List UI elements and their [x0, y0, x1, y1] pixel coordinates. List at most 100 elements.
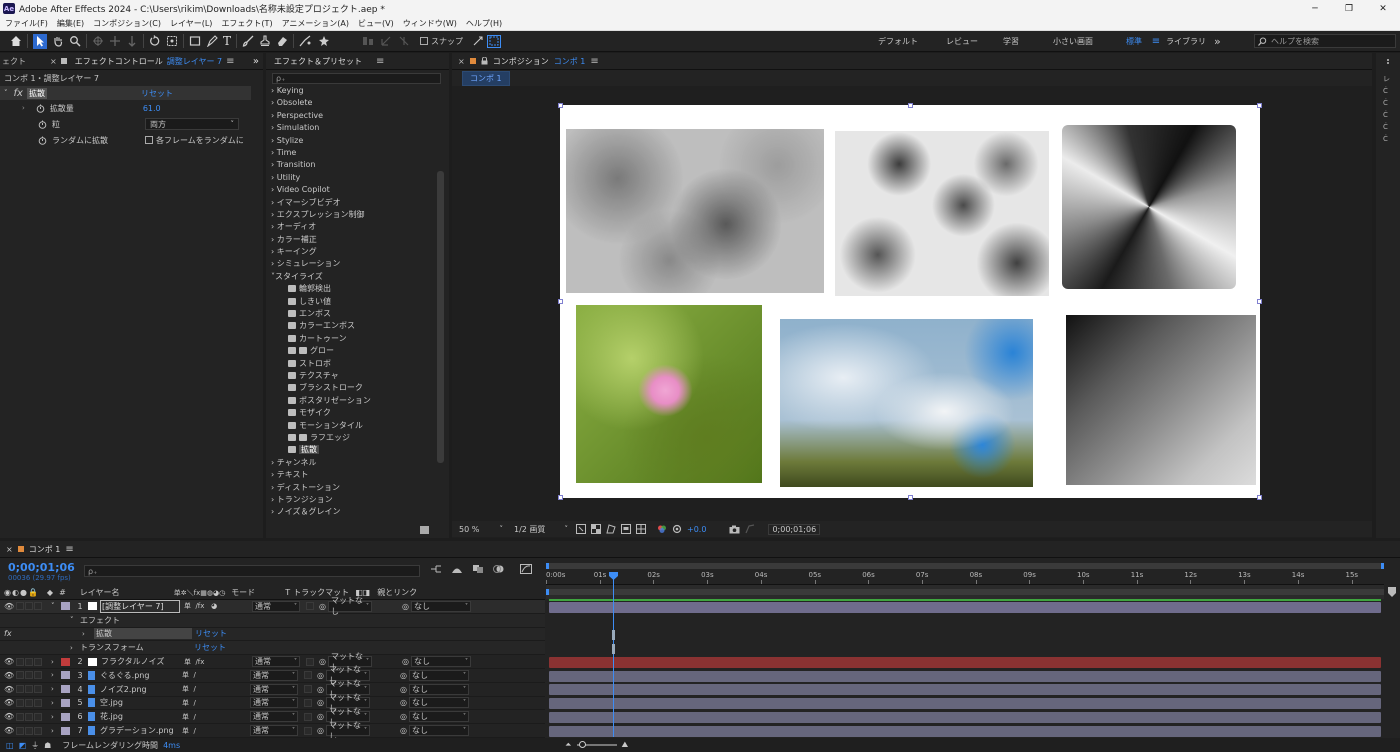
fast-previews-icon[interactable] — [576, 524, 586, 534]
transform-handle[interactable] — [558, 103, 563, 108]
transparency-grid-icon[interactable] — [591, 524, 601, 534]
motion-blur-icon[interactable] — [493, 564, 505, 574]
hand-tool-icon[interactable] — [52, 35, 64, 47]
menu-effect[interactable]: エフェクト(T) — [221, 18, 272, 29]
effect-item[interactable]: モーションタイル — [266, 420, 436, 432]
render-time-toggle-icon[interactable]: ☗ — [44, 741, 51, 750]
category-expression-controls[interactable]: › エクスプレッション制御 — [266, 209, 436, 221]
effect-row[interactable]: ˅ fx 拡散 リセット — [0, 86, 251, 100]
effect-item[interactable]: カラーエンボス — [266, 320, 436, 332]
new-folder-icon[interactable] — [420, 526, 429, 534]
category-stylize-en[interactable]: › Stylize — [266, 135, 436, 147]
rectangle-tool-icon[interactable] — [189, 35, 201, 47]
help-search[interactable]: ヘルプを検索 — [1254, 34, 1396, 48]
axis-local-icon[interactable] — [380, 35, 392, 47]
workspace-libraries[interactable]: ライブラリ — [1166, 36, 1214, 47]
fx-icon[interactable]: fx — [14, 88, 23, 99]
workspace-more[interactable]: » — [1214, 35, 1228, 48]
layer-duration-bar[interactable] — [549, 711, 1381, 723]
transform-handle[interactable] — [558, 299, 563, 304]
effect-item-selected[interactable]: 拡散 — [266, 444, 436, 456]
mask-visibility-icon[interactable] — [606, 524, 616, 534]
timeline-zoom-slider[interactable] — [576, 741, 617, 748]
expand-chevron-icon[interactable]: ˅ — [4, 89, 8, 97]
puppet-tool-icon[interactable] — [318, 35, 330, 47]
keyframe-marker[interactable] — [612, 630, 615, 640]
panel-close-icon[interactable]: × — [50, 57, 57, 66]
col-layer-name[interactable]: レイヤー名 — [80, 587, 174, 598]
category-transition-jp[interactable]: › トランジション — [266, 494, 436, 506]
stopwatch-icon[interactable] — [36, 104, 45, 113]
zoom-in-icon[interactable]: ⛰ — [622, 740, 629, 750]
category-stylize-open[interactable]: ˅スタイライズ — [266, 271, 436, 283]
comp-breadcrumb[interactable]: コンポ 1 — [462, 70, 510, 86]
grain-dropdown[interactable]: 両方 ˅ — [145, 118, 239, 130]
category-obsolete[interactable]: › Obsolete — [266, 97, 436, 109]
col-mode[interactable]: モード — [231, 587, 285, 598]
category-channel[interactable]: › チャンネル — [266, 457, 436, 469]
transfer-controls-toggle-icon[interactable]: ◩ — [19, 741, 27, 750]
resolution-dropdown[interactable]: 1/2 画質 ˅ — [511, 524, 571, 535]
snap-option-icon[interactable] — [472, 35, 484, 47]
category-keying-jp[interactable]: › キーイング — [266, 246, 436, 258]
menu-animation[interactable]: アニメーション(A) — [282, 18, 349, 29]
playhead-line[interactable] — [613, 575, 614, 737]
layer-switches-toggle-icon[interactable]: ◫ — [6, 741, 14, 750]
menu-file[interactable]: ファイル(F) — [5, 18, 48, 29]
effect-item[interactable]: カートゥーン — [266, 333, 436, 345]
panel-menu-icon[interactable]: ≡ — [376, 56, 384, 67]
effects-scrollbar[interactable] — [437, 171, 444, 463]
pen-tool-icon[interactable] — [206, 35, 218, 47]
transform-handle[interactable] — [1257, 299, 1262, 304]
category-perspective[interactable]: › Perspective — [266, 110, 436, 122]
snap-checkbox[interactable] — [420, 37, 429, 45]
keyframe-marker[interactable] — [612, 644, 615, 654]
category-simulation[interactable]: › Simulation — [266, 122, 436, 134]
panel-menu-icon[interactable]: ≡ — [65, 544, 73, 555]
menu-layer[interactable]: レイヤー(L) — [170, 18, 212, 29]
panel-lock-icon[interactable] — [60, 58, 67, 64]
transform-handle[interactable] — [908, 495, 913, 500]
transform-handle[interactable] — [908, 103, 913, 108]
category-noise-grain[interactable]: › ノイズ＆グレイン — [266, 506, 436, 518]
workspace-review[interactable]: レビュー — [946, 36, 1003, 47]
transform-handle[interactable] — [1257, 495, 1262, 500]
stopwatch-icon[interactable] — [38, 136, 47, 145]
effect-item[interactable]: 輪郭検出 — [266, 283, 436, 295]
workspace-menu-icon[interactable]: ≡ — [1146, 36, 1166, 47]
workspace-standard[interactable]: 標準 — [1126, 36, 1146, 47]
dolly-camera-icon[interactable] — [126, 35, 138, 47]
panel-close-icon[interactable]: × — [6, 545, 13, 554]
in-out-toggle-icon[interactable]: ⏚ — [31, 740, 39, 751]
layer-duration-bar[interactable] — [549, 601, 1381, 613]
composition-tab-name[interactable]: コンポ 1 — [554, 56, 586, 67]
type-tool-icon[interactable]: T — [223, 34, 231, 48]
effect-item[interactable]: グロー — [266, 345, 436, 357]
effect-controls-layer[interactable]: 調整レイヤー 7 — [167, 56, 222, 67]
effect-item[interactable]: ストロボ — [266, 358, 436, 370]
work-area-range[interactable] — [546, 589, 1384, 595]
grid-guides-icon[interactable] — [636, 524, 646, 534]
snapshot-icon[interactable] — [729, 525, 740, 534]
category-utility[interactable]: › Utility — [266, 172, 436, 184]
menu-view[interactable]: ビュー(V) — [358, 18, 394, 29]
workspace-default[interactable]: デフォルト — [878, 36, 946, 47]
minimize-button[interactable]: ─ — [1298, 0, 1332, 17]
comp-end-marker[interactable] — [1388, 587, 1396, 597]
composition-tab[interactable]: コンポジション — [493, 56, 549, 67]
work-area-bar[interactable] — [546, 585, 1384, 599]
effect-item[interactable]: モザイク — [266, 407, 436, 419]
zoom-tool-icon[interactable] — [69, 35, 81, 47]
region-of-interest-icon[interactable] — [621, 524, 631, 534]
category-text[interactable]: › テキスト — [266, 469, 436, 481]
category-immersive-video[interactable]: › イマーシブビデオ — [266, 197, 436, 209]
pan-camera-icon[interactable] — [109, 35, 121, 47]
timeline-tab[interactable]: コンポ 1 — [29, 544, 61, 555]
right-panel-tools-icon[interactable]: レĊĊĊĊĊ — [1383, 73, 1400, 145]
effect-item[interactable]: ポスタリゼーション — [266, 395, 436, 407]
zoom-out-icon[interactable]: ⏶ — [565, 740, 571, 750]
menu-help[interactable]: ヘルプ(H) — [466, 18, 502, 29]
home-icon[interactable] — [10, 35, 22, 47]
layer-duration-bar[interactable] — [549, 725, 1381, 737]
category-distortion[interactable]: › ディストーション — [266, 482, 436, 494]
